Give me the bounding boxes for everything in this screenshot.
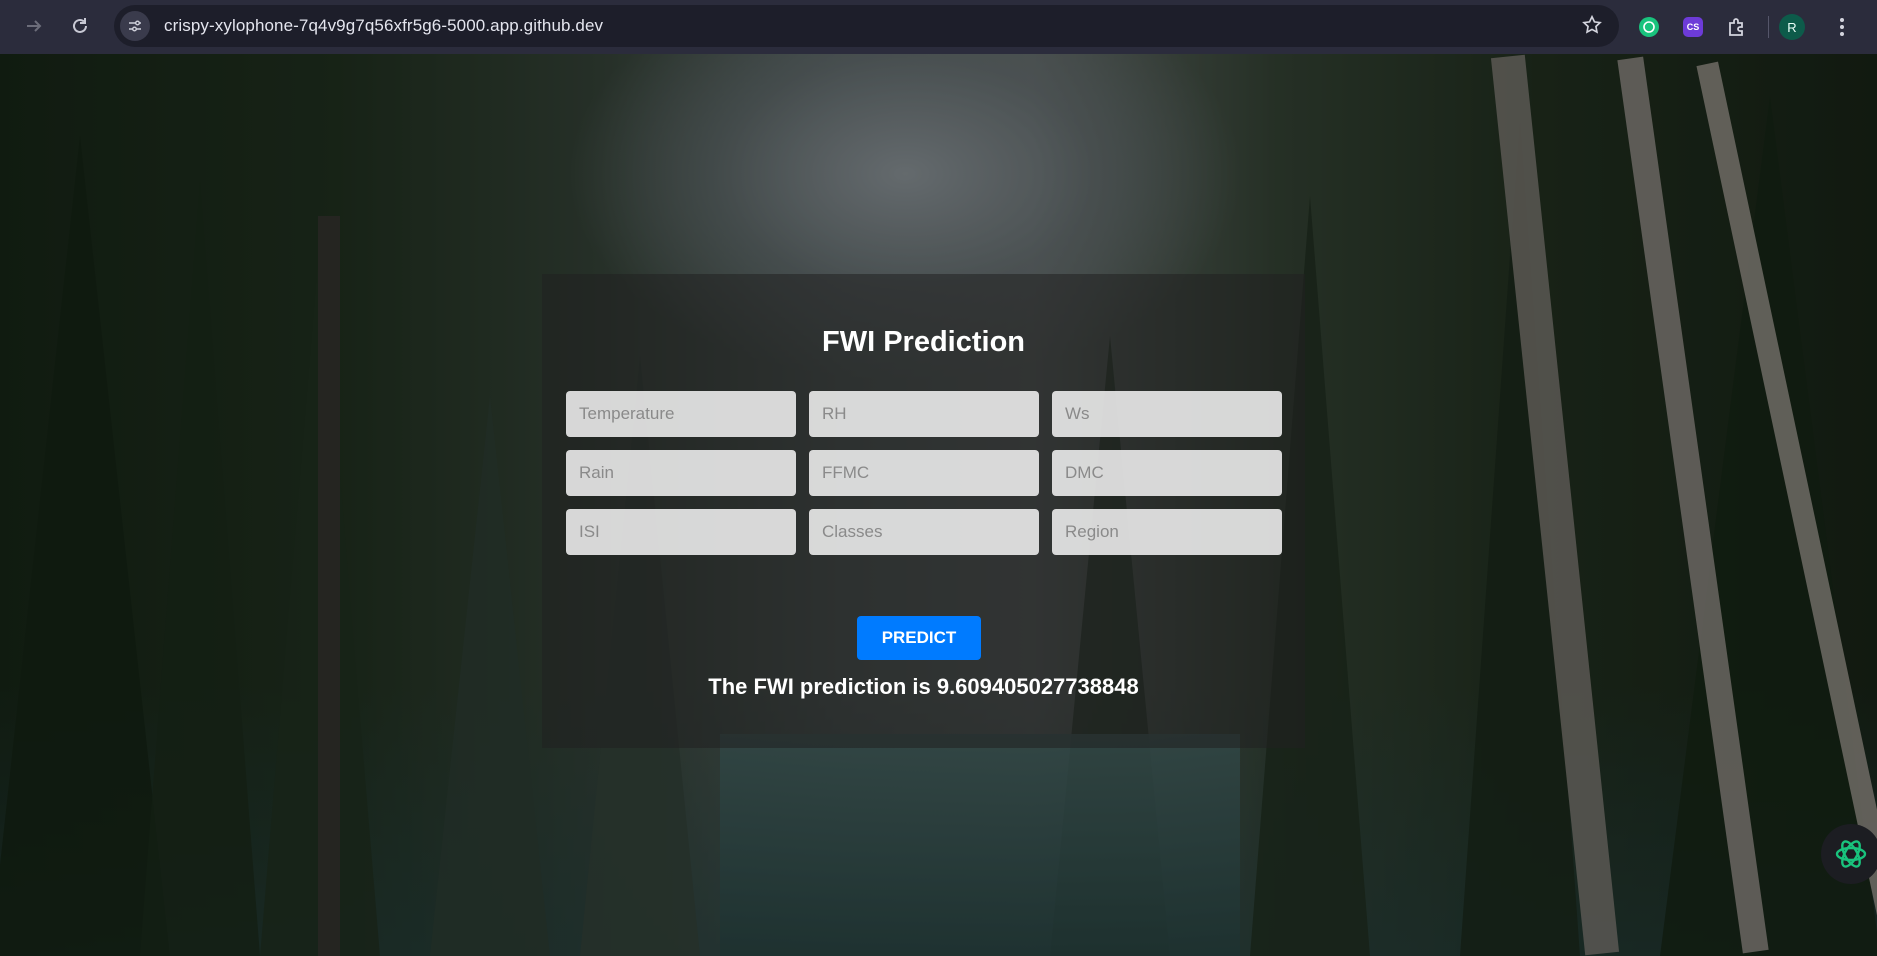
page-title: FWI Prediction [822, 326, 1025, 358]
chatgpt-icon[interactable] [1630, 8, 1668, 46]
assistant-floating-button[interactable] [1821, 824, 1877, 884]
predict-button[interactable]: PREDICT [857, 616, 981, 660]
profile-avatar[interactable]: R [1779, 14, 1805, 40]
rh-input[interactable] [809, 391, 1039, 437]
prediction-result: The FWI prediction is 9.609405027738848 [708, 674, 1139, 699]
ws-input[interactable] [1052, 391, 1282, 437]
rain-input[interactable] [566, 450, 796, 496]
isi-input[interactable] [566, 509, 796, 555]
bookmark-star-icon[interactable] [1581, 14, 1603, 41]
browser-toolbar: crispy-xylophone-7q4v9g7q56xfr5g6-5000.a… [0, 0, 1877, 54]
forward-icon[interactable] [14, 6, 54, 46]
region-input[interactable] [1052, 509, 1282, 555]
address-bar[interactable]: crispy-xylophone-7q4v9g7q56xfr5g6-5000.a… [114, 5, 1619, 47]
toolbar-divider [1768, 16, 1769, 38]
dmc-input[interactable] [1052, 450, 1282, 496]
site-info-icon[interactable] [120, 11, 150, 41]
url-text[interactable]: crispy-xylophone-7q4v9g7q56xfr5g6-5000.a… [164, 16, 603, 36]
ffmc-input[interactable] [809, 450, 1039, 496]
prediction-form-panel: FWI Prediction PREDICT The FWI predictio… [542, 274, 1305, 748]
cs-extension-icon[interactable]: CS [1674, 8, 1712, 46]
menu-kebab-icon[interactable] [1823, 8, 1861, 46]
input-grid [566, 391, 1282, 555]
reload-icon[interactable] [60, 6, 100, 46]
page-viewport: FWI Prediction PREDICT The FWI predictio… [0, 54, 1877, 956]
temperature-input[interactable] [566, 391, 796, 437]
cs-extension-label: CS [1686, 22, 1700, 32]
chatgpt-assistant-icon [1835, 840, 1867, 868]
classes-input[interactable] [809, 509, 1039, 555]
puzzle-icon[interactable] [1718, 8, 1756, 46]
